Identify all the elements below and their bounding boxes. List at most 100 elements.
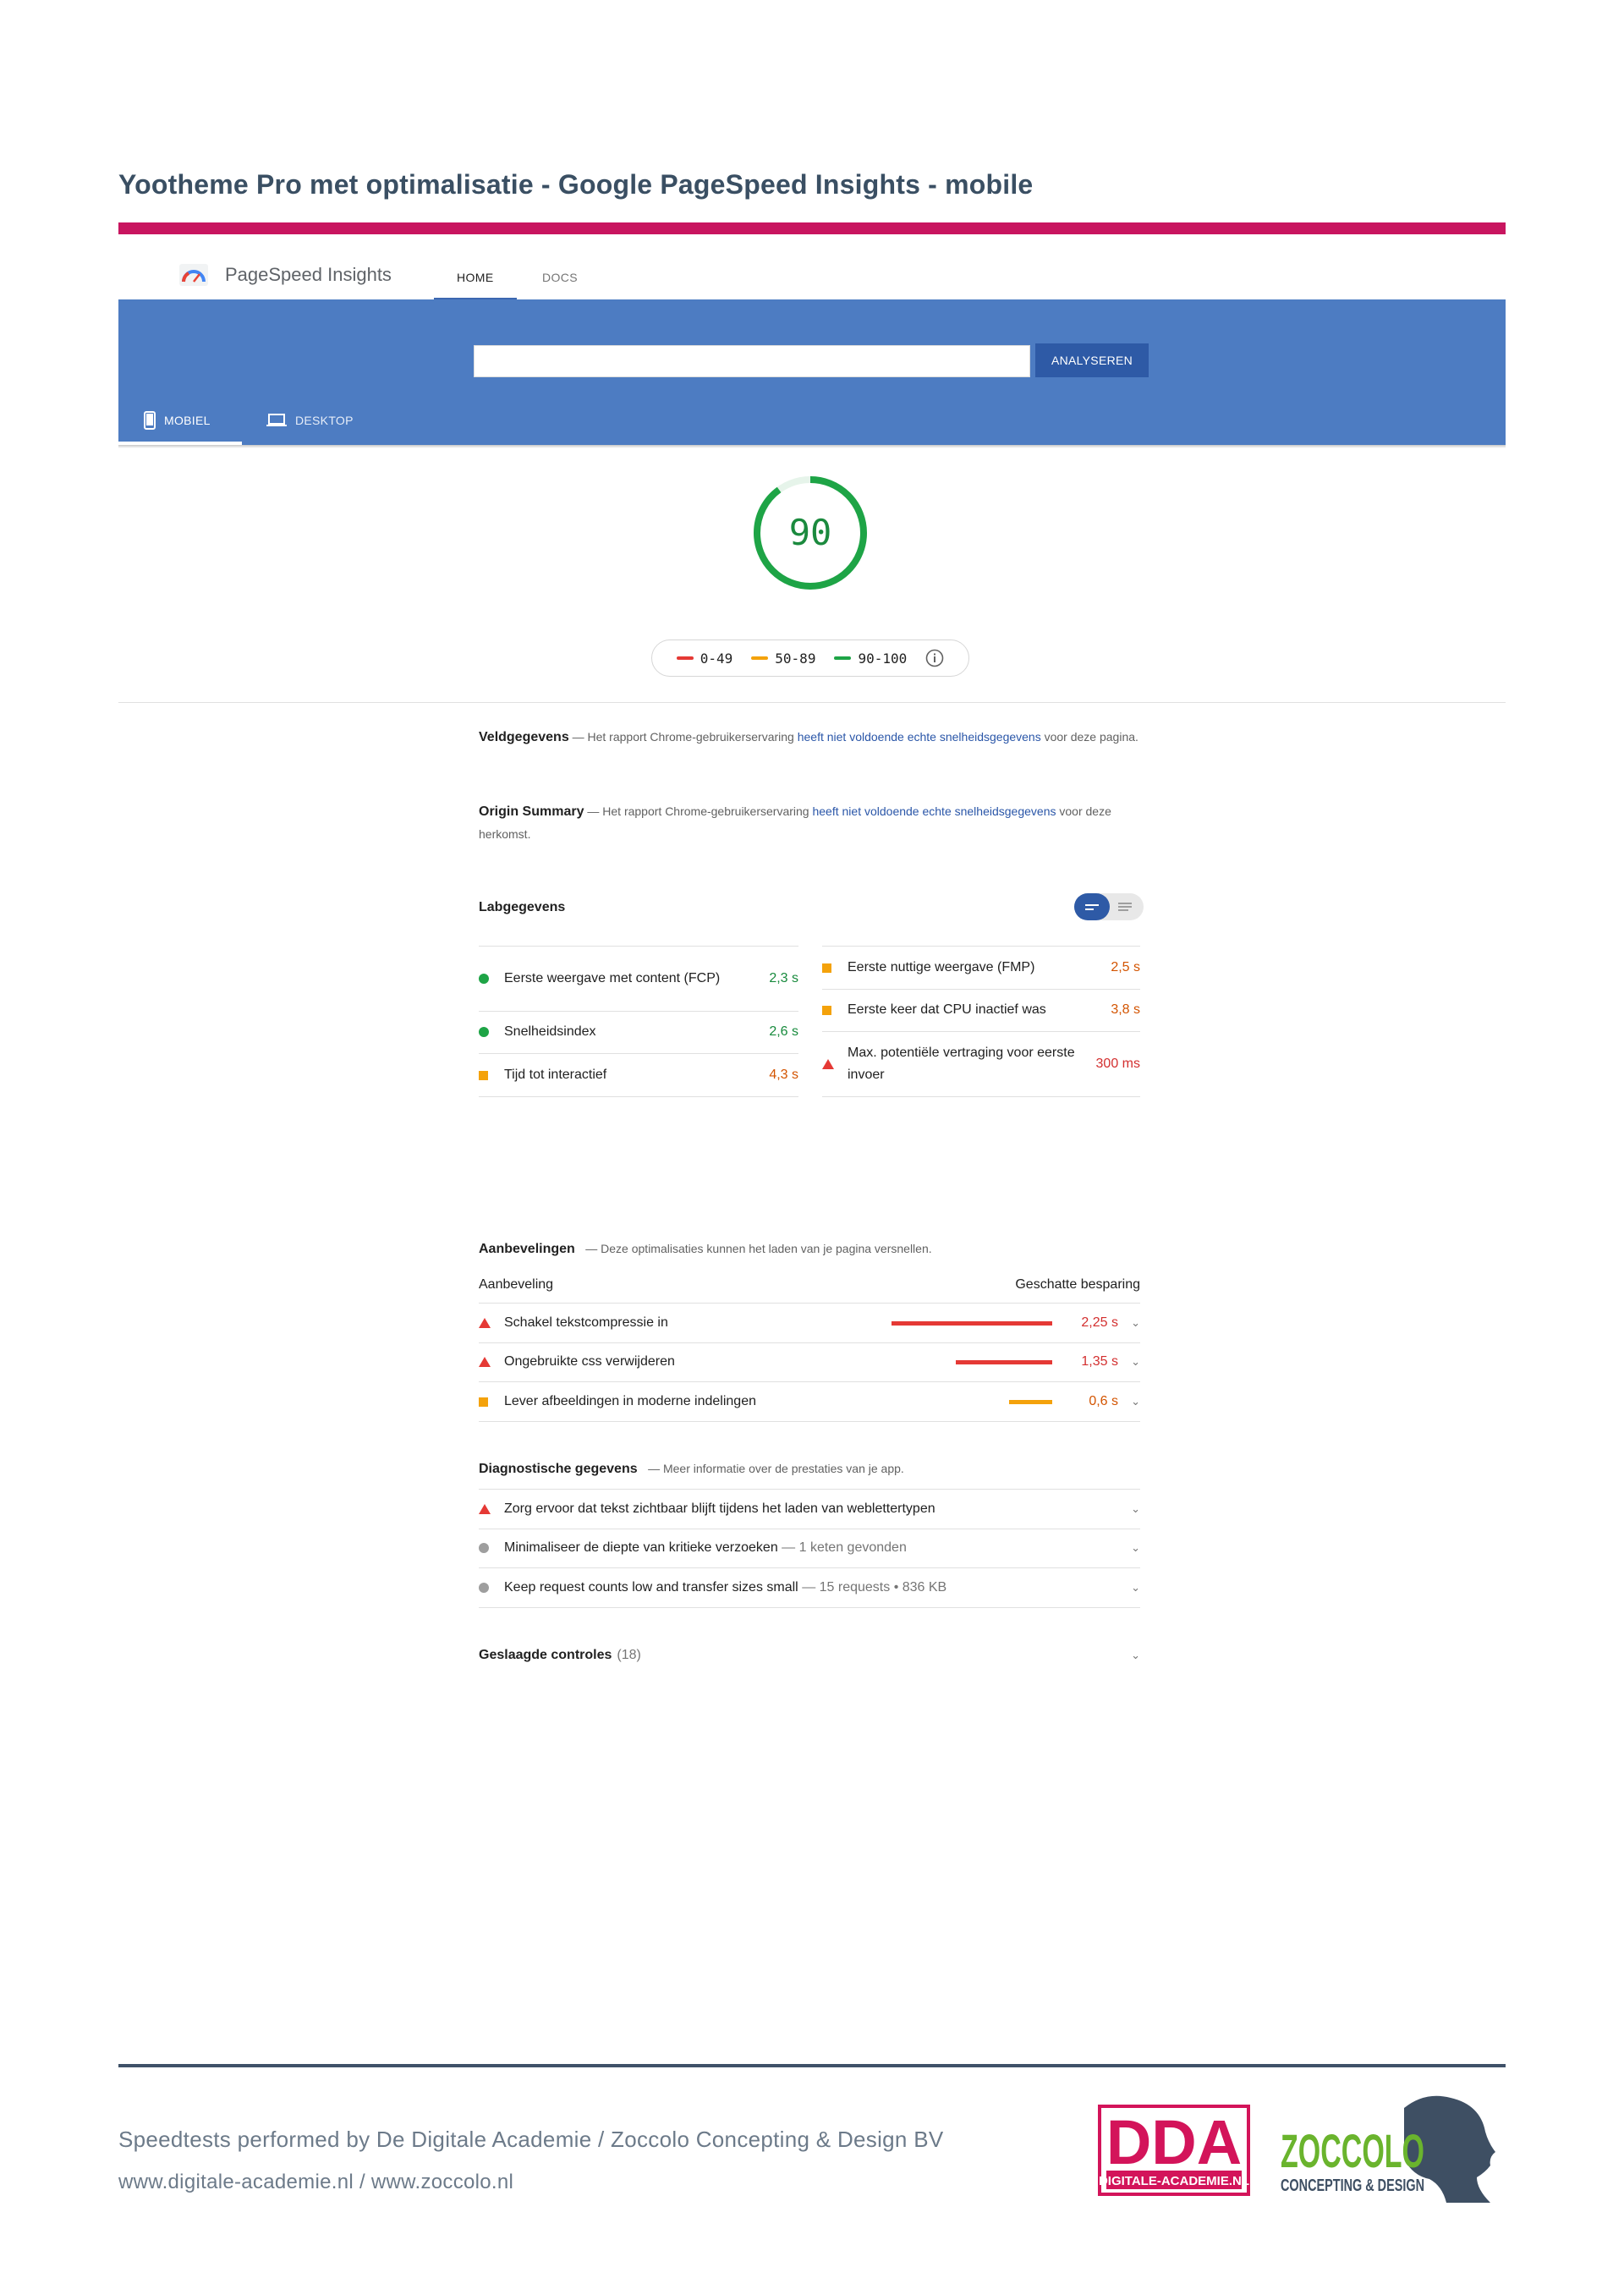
origin-summary-desc-prefix: — Het rapport Chrome-gebruikerservaring	[587, 804, 813, 818]
search-band: ANALYSEREN MOBIEL DESKTOP	[118, 299, 1506, 445]
metric-row: Max. potentiële vertraging voor eerste i…	[822, 1032, 1140, 1097]
nav-tab-home[interactable]: HOME	[457, 271, 494, 284]
footer-rule	[118, 2064, 1506, 2067]
url-input[interactable]	[474, 345, 1030, 377]
score-value: 90	[788, 512, 832, 553]
tab-mobile-label: MOBIEL	[164, 414, 211, 427]
psi-top-bar: PageSpeed Insights HOME DOCS	[118, 245, 1506, 301]
diagnostic-detail: — 1 keten gevonden	[782, 1540, 907, 1555]
fail-triangle-icon	[479, 1504, 491, 1514]
diagnostic-label: Zorg ervoor dat tekst zichtbaar blijft t…	[504, 1501, 935, 1516]
legend-item-pass: 90-100	[834, 650, 907, 667]
nav-tab-docs[interactable]: DOCS	[542, 271, 578, 284]
passed-audits-row[interactable]: Geslaagde controles (18) ⌄	[479, 1648, 1140, 1663]
chevron-down-icon[interactable]: ⌄	[1118, 1395, 1140, 1408]
metric-label: Eerste nuttige weergave (FMP)	[848, 960, 1035, 974]
diagnostics-title: Diagnostische gegevens	[479, 1462, 638, 1476]
metric-row: Eerste keer dat CPU inactief was 3,8 s	[822, 989, 1140, 1032]
metric-row: Snelheidsindex 2,6 s	[479, 1011, 798, 1054]
opportunities-desc: — Deze optimalisaties kunnen het laden v…	[585, 1242, 932, 1255]
average-square-icon	[822, 963, 831, 973]
info-dot-icon	[479, 1543, 489, 1553]
metric-value: 2,3 s	[769, 971, 798, 985]
section-divider	[118, 702, 1506, 703]
diagnostic-label: Minimaliseer de diepte van kritieke verz…	[504, 1540, 778, 1555]
opportunities-title: Aanbevelingen	[479, 1242, 575, 1256]
laptop-icon	[266, 414, 287, 426]
toggle-summary-option[interactable]	[1074, 893, 1110, 920]
opportunity-label: Lever afbeeldingen in moderne indelingen	[504, 1394, 756, 1408]
footer-credits: Speedtests performed by De Digitale Acad…	[118, 2127, 944, 2152]
tab-desktop[interactable]: DESKTOP	[266, 399, 354, 442]
chevron-down-icon[interactable]: ⌄	[1118, 1316, 1140, 1330]
view-toggle[interactable]	[1074, 893, 1144, 920]
opportunity-label: Ongebruikte css verwijderen	[504, 1354, 675, 1369]
metric-value: 2,5 s	[1111, 960, 1140, 974]
performance-score-gauge: 90	[751, 474, 870, 592]
zoccolo-logo-text: CONCEPTING & DESIGN	[1281, 2176, 1424, 2195]
metric-label: Max. potentiële vertraging voor eerste i…	[848, 1046, 1075, 1082]
pagespeed-logo-icon[interactable]	[179, 264, 208, 286]
chevron-down-icon[interactable]: ⌄	[1118, 1355, 1140, 1369]
lab-data-title: Labgegevens	[479, 900, 566, 914]
diagnostic-item: Zorg ervoor dat tekst zichtbaar blijft t…	[504, 1501, 1118, 1517]
field-data-desc-suffix: voor deze pagina.	[1040, 730, 1138, 744]
dda-logo: DDA DIGITALE-ACADEMIE.NL	[1098, 2105, 1250, 2196]
field-data-link[interactable]: heeft niet voldoende echte snelheidsgege…	[798, 730, 1041, 744]
metric-label: Tijd tot interactief	[504, 1068, 607, 1082]
field-data-title: Veldgegevens	[479, 730, 569, 744]
chevron-down-icon[interactable]: ⌄	[1118, 1502, 1140, 1516]
diagnostic-row[interactable]: Zorg ervoor dat tekst zichtbaar blijft t…	[479, 1489, 1140, 1529]
diagnostic-row[interactable]: Minimaliseer de diepte van kritieke verz…	[479, 1529, 1140, 1568]
tab-mobile[interactable]: MOBIEL	[144, 399, 211, 442]
opportunity-row[interactable]: Schakel tekstcompressie in 2,25 s ⌄	[479, 1303, 1140, 1343]
diagnostics-desc: — Meer informatie over de prestaties van…	[648, 1462, 904, 1475]
document-title: Yootheme Pro met optimalisatie - Google …	[118, 169, 1034, 200]
tab-desktop-label: DESKTOP	[295, 414, 354, 427]
metric-value: 3,8 s	[1111, 1002, 1140, 1017]
opportunities-header: Aanbevelingen — Deze optimalisaties kunn…	[479, 1242, 932, 1257]
metric-label: Snelheidsindex	[504, 1024, 596, 1039]
band-shadow	[118, 445, 1506, 448]
diagnostic-row[interactable]: Keep request counts low and transfer siz…	[479, 1568, 1140, 1608]
phone-icon	[144, 411, 156, 430]
diagnostic-detail: — 15 requests • 836 KB	[802, 1580, 947, 1595]
field-data-section: Veldgegevens — Het rapport Chrome-gebrui…	[479, 726, 1140, 749]
opportunity-label: Schakel tekstcompressie in	[504, 1315, 668, 1330]
savings-bar	[892, 1320, 1052, 1326]
chevron-down-icon[interactable]: ⌄	[1118, 1581, 1140, 1595]
opportunity-row[interactable]: Lever afbeeldingen in moderne indelingen…	[479, 1382, 1140, 1422]
metric-value: 2,6 s	[769, 1024, 798, 1039]
savings-value: 2,25 s	[1081, 1315, 1118, 1330]
pass-dot-icon	[479, 974, 489, 984]
metric-value: 4,3 s	[769, 1068, 798, 1082]
legend-swatch	[751, 656, 769, 660]
metric-row: Tijd tot interactief 4,3 s	[479, 1054, 798, 1097]
legend-range: 50-89	[775, 650, 816, 667]
savings-value: 1,35 s	[1081, 1354, 1118, 1369]
origin-summary-section: Origin Summary — Het rapport Chrome-gebr…	[479, 800, 1140, 845]
diagnostic-item: Minimaliseer de diepte van kritieke verz…	[504, 1540, 1118, 1556]
legend-item-fail: 0-49	[676, 650, 732, 667]
opportunity-row[interactable]: Ongebruikte css verwijderen 1,35 s ⌄	[479, 1342, 1140, 1382]
analyze-button[interactable]: ANALYSEREN	[1035, 343, 1149, 377]
metric-row: Eerste nuttige weergave (FMP) 2,5 s	[822, 946, 1140, 990]
chevron-down-icon[interactable]: ⌄	[1118, 1649, 1140, 1662]
diagnostics-header: Diagnostische gegevens — Meer informatie…	[479, 1462, 904, 1477]
legend-range: 90-100	[858, 650, 908, 667]
title-rule	[118, 222, 1506, 234]
list-view-icon[interactable]	[1110, 893, 1144, 920]
average-square-icon	[479, 1070, 488, 1080]
info-icon[interactable]	[925, 649, 944, 667]
field-data-desc-prefix: — Het rapport Chrome-gebruikerservaring	[572, 730, 798, 744]
pass-dot-icon	[479, 1027, 489, 1037]
compact-view-icon	[1085, 904, 1099, 910]
fail-triangle-icon	[822, 1059, 834, 1069]
footer-urls: www.digitale-academie.nl / www.zoccolo.n…	[118, 2171, 514, 2193]
metric-value: 300 ms	[1095, 1057, 1140, 1071]
fail-triangle-icon	[479, 1318, 491, 1328]
dda-logo-mark: DDA	[1106, 2107, 1242, 2177]
chevron-down-icon[interactable]: ⌄	[1118, 1541, 1140, 1555]
origin-summary-link[interactable]: heeft niet voldoende echte snelheidsgege…	[812, 804, 1056, 818]
zoccolo-logo-mark: ZOCCOLO	[1281, 2124, 1424, 2177]
